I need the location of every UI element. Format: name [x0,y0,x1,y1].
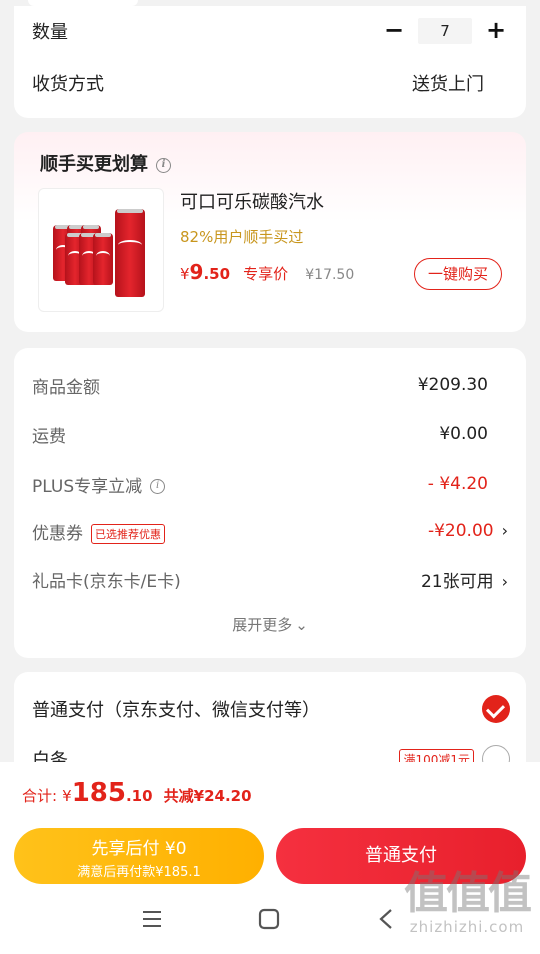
delivery-label: 收货方式 [32,74,104,95]
product-image[interactable] [38,188,164,312]
can-image [93,233,113,285]
chevron-right-icon: › [501,521,508,540]
summary-value: ¥209.30 [417,375,488,395]
payment-normal-label: 普通支付（京东支付、微信支付等） [32,700,320,721]
quantity-input[interactable]: 7 [418,18,472,44]
plus-discount-wrap: PLUS专享立减 i [32,472,166,497]
total-symbol: ¥ [62,787,72,805]
pay-later-button[interactable]: 先享后付 ¥0 满意后再付款¥185.1 [14,828,264,884]
total-label: 合计: [22,787,58,805]
coupon-row[interactable]: 优惠券 已选推荐优惠 -¥20.00 › [32,518,508,544]
summary-label: 商品金额 [32,377,100,398]
summary-row: 运费 ¥0.00 [32,421,508,447]
price-int: 9 [189,260,204,284]
info-icon[interactable]: i [156,157,171,173]
chevron-down-icon: ⌄ [295,616,308,634]
summary-label: 优惠券 [32,523,83,544]
check-icon[interactable] [482,695,510,723]
summary-value: 21张可用 [420,571,494,592]
summary-label: 运费 [32,426,66,447]
delivery-row[interactable]: 收货方式 送货上门 [32,68,508,98]
summary-value: ¥0.00 [439,424,488,444]
total-int: 185 [71,778,126,808]
popularity-text: 82%用户顺手买过 [180,228,304,246]
price-summary-card: 商品金额 ¥209.30 运费 ¥0.00 PLUS专享立减 i - ¥4.20 … [14,348,526,658]
plus-button[interactable]: + [484,18,508,43]
pay-later-subtitle: 满意后再付款¥185.1 [77,865,201,880]
product-name[interactable]: 可口可乐碳酸汽水 [180,188,324,214]
back-icon[interactable] [378,908,394,930]
coupon-tag: 已选推荐优惠 [91,523,165,544]
gift-card-value-wrap: 21张可用 › [421,567,508,592]
summary-value: -¥20.00 [427,521,494,541]
price-tag: 专享价 [243,265,289,283]
quantity-row: 数量 − 7 + [32,16,508,46]
order-options-card: 数量 − 7 + 收货方式 送货上门 [14,6,526,118]
coupon-value-wrap: -¥20.00 › [428,521,508,541]
info-icon[interactable]: i [150,479,166,494]
expand-more-label: 展开更多 [232,616,293,634]
minus-button[interactable]: − [382,18,406,43]
coupon-label-wrap: 优惠券 已选推荐优惠 [32,519,165,544]
watermark-text: 值值值 [404,868,532,919]
home-icon[interactable] [258,908,280,930]
price-symbol: ¥ [180,265,190,283]
summary-label: PLUS专享立减 [32,476,143,497]
pay-later-title: 先享后付 ¥0 [91,839,187,859]
cross-sell-title-wrap: 顺手买更划算 i [40,150,171,176]
price-dec: .50 [203,265,231,283]
cross-sell-card: 顺手买更划算 i 可口可乐碳酸汽水 82%用户顺手买过 ¥9.50 专享价 ¥17… [14,132,526,332]
summary-value: - ¥4.20 [427,474,488,494]
one-click-buy-button[interactable]: 一键购买 [414,258,502,290]
summary-row: 商品金额 ¥209.30 [32,372,508,398]
quantity-label: 数量 [32,22,68,43]
gift-card-row[interactable]: 礼品卡(京东卡/E卡) 21张可用 › [32,566,508,592]
total-summary: 合计: ¥185.10 共减¥24.20 [22,778,252,808]
total-dec: .10 [125,787,153,805]
payment-option-normal[interactable]: 普通支付（京东支付、微信支付等） [32,694,510,724]
watermark-logo: 值值值 zhizhizhi.com [404,868,532,937]
expand-more-button[interactable]: 展开更多 ⌄ [14,614,526,635]
original-price: ¥17.50 [305,267,355,283]
summary-row: PLUS专享立减 i - ¥4.20 [32,471,508,497]
product-price: ¥9.50 专享价 ¥17.50 [180,260,354,284]
delivery-value: 送货上门 [412,74,484,95]
can-image [115,209,145,297]
chevron-right-icon: › [501,571,508,591]
summary-label: 礼品卡(京东卡/E卡) [32,571,181,592]
watermark-url: zhizhizhi.com [409,918,525,936]
total-saved: 共减¥24.20 [163,787,252,805]
cross-sell-title: 顺手买更划算 [40,154,148,175]
quantity-stepper: − 7 + [382,18,508,44]
recent-apps-icon[interactable] [142,910,162,928]
